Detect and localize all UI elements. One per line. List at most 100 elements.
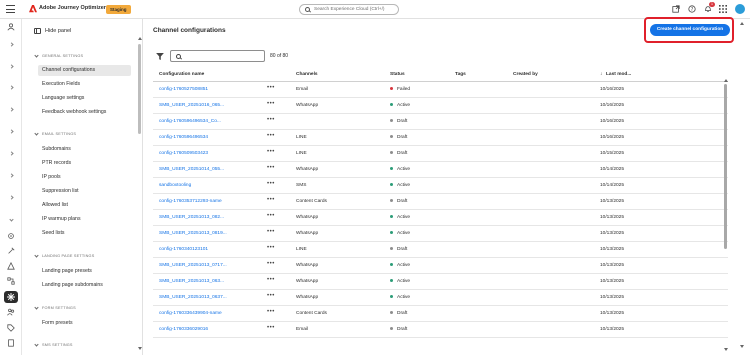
table-scrollbar-thumb[interactable] (724, 84, 727, 249)
configuration-name-link[interactable]: SMB_USER_20251016_065... (159, 103, 224, 108)
alert-icon[interactable] (7, 262, 15, 270)
app-name[interactable]: Adobe Journey Optimizer (39, 5, 106, 11)
panel-scrollbar[interactable] (138, 37, 142, 350)
create-channel-configuration-button[interactable]: Create channel configuration (650, 24, 730, 36)
table-search-input[interactable] (170, 50, 265, 62)
table-row[interactable]: SMB_USER_20251013_082... ••• WhatsApp Activ… (153, 210, 728, 226)
configuration-name-link[interactable]: config-1760596496534_Co... (159, 119, 221, 124)
scroll-down-arrow-icon[interactable] (138, 347, 142, 350)
global-search-input[interactable]: Search Experience Cloud (Ctrl+/) (299, 4, 399, 15)
more-actions-icon[interactable]: ••• (267, 197, 275, 203)
scroll-up-arrow-icon[interactable] (724, 79, 728, 82)
column-header-created-by[interactable]: Created by (513, 72, 538, 77)
more-actions-icon[interactable]: ••• (267, 309, 275, 315)
channels-icon[interactable] (4, 291, 18, 303)
person-icon[interactable] (7, 23, 15, 31)
nav-item-channel-configurations[interactable]: Channel configurations (38, 65, 131, 76)
hide-panel-button[interactable]: Hide panel (34, 28, 71, 34)
flow-icon[interactable] (7, 277, 15, 285)
table-row[interactable]: config-1760353712293-name ••• Content Card… (153, 194, 728, 210)
chevron-right-icon[interactable] (7, 149, 15, 157)
configuration-name-link[interactable]: SMB_USER_20251013_0637... (159, 295, 227, 300)
more-actions-icon[interactable]: ••• (267, 181, 275, 187)
column-header-tags[interactable]: Tags (455, 72, 466, 77)
configuration-name-link[interactable]: SMB_USER_20251013_082... (159, 215, 224, 220)
column-header-channels[interactable]: Channels (296, 72, 318, 77)
scroll-up-arrow-icon[interactable] (138, 37, 142, 40)
configuration-name-link[interactable]: config-1760336439904-name (159, 311, 222, 316)
nav-item-ip-warmup-plans[interactable]: IP warmup plans (38, 214, 131, 225)
help-icon[interactable]: ? (688, 5, 696, 13)
table-row[interactable]: config-1760336439904-name ••• Content Card… (153, 306, 728, 322)
nav-item-suppression-list[interactable]: Suppression list (38, 186, 131, 197)
more-actions-icon[interactable]: ••• (267, 149, 275, 155)
chevron-right-icon[interactable] (7, 62, 15, 70)
table-row[interactable]: SMB_USER_20251013_063... ••• WhatsApp Activ… (153, 274, 728, 290)
configuration-name-link[interactable]: sandboxtooling (159, 183, 191, 188)
table-row[interactable]: config-1760340123101 ••• LINE Draft 10/13/20… (153, 242, 728, 258)
sort-down-arrow-icon[interactable]: ↓ (600, 72, 602, 77)
more-actions-icon[interactable]: ••• (267, 325, 275, 331)
configuration-name-link[interactable]: config-1760336029016 (159, 327, 208, 332)
filter-icon[interactable] (156, 53, 164, 60)
chevron-right-icon[interactable] (7, 40, 15, 48)
chevron-right-icon[interactable] (7, 193, 15, 201)
user-avatar[interactable] (735, 4, 745, 14)
section-form-settings[interactable]: FORM SETTINGS (34, 304, 76, 310)
nav-item-landing-page-presets[interactable]: Landing page presets (38, 266, 131, 277)
configuration-name-link[interactable]: config-1760340123101 (159, 247, 208, 252)
nav-item-seed-lists[interactable]: Seed lists (38, 228, 131, 239)
nav-item-subdomains[interactable]: Subdomains (38, 144, 131, 155)
table-row[interactable]: SMB_USER_20251014_055... ••• WhatsApp Activ… (153, 162, 728, 178)
nav-item-allowed-list[interactable]: Allowed list (38, 200, 131, 211)
panel-scrollbar-thumb[interactable] (138, 44, 141, 134)
tools-icon[interactable] (7, 247, 15, 255)
nav-item-form-presets[interactable]: Form presets (38, 318, 131, 329)
configuration-name-link[interactable]: config-1760509503423 (159, 151, 208, 156)
section-landing-page-settings[interactable]: LANDING PAGE SETTINGS (34, 252, 94, 258)
more-actions-icon[interactable]: ••• (267, 261, 275, 267)
configuration-name-link[interactable]: SMB_USER_20251013_063... (159, 279, 224, 284)
table-row[interactable]: config-1760527508851 ••• Email Failed 10/16/… (153, 82, 728, 98)
table-scrollbar[interactable] (724, 79, 728, 351)
more-actions-icon[interactable]: ••• (267, 117, 275, 123)
chevron-right-icon[interactable] (7, 83, 15, 91)
scroll-down-arrow-icon[interactable] (724, 348, 728, 351)
section-email-settings[interactable]: EMAIL SETTINGS (34, 130, 76, 136)
table-row[interactable]: SMB_USER_20251013_0819... ••• WhatsApp Acti… (153, 226, 728, 242)
nav-item-execution-fields[interactable]: Execution Fields (38, 79, 131, 90)
more-actions-icon[interactable]: ••• (267, 277, 275, 283)
open-external-icon[interactable] (672, 5, 680, 13)
table-row[interactable]: sandboxtooling ••• SMS Active 10/14/2025 (153, 178, 728, 194)
table-row[interactable]: SMB_USER_20251013_0637... ••• WhatsApp Acti… (153, 290, 728, 306)
people-icon[interactable] (7, 308, 15, 316)
configuration-name-link[interactable]: SMB_USER_20251013_0717... (159, 263, 227, 268)
document-icon[interactable] (7, 339, 15, 347)
table-row[interactable]: config-1760596496534 ••• LINE Draft 10/16/20… (153, 130, 728, 146)
gear-icon[interactable] (7, 232, 15, 240)
nav-item-feedback-webhook-settings[interactable]: Feedback webhook settings (38, 107, 131, 118)
table-row[interactable]: SMB_USER_20251013_0717... ••• WhatsApp Acti… (153, 258, 728, 274)
configuration-name-link[interactable]: config-1760596496534 (159, 135, 208, 140)
table-row[interactable]: config-1760509503423 ••• LINE Draft 10/15/20… (153, 146, 728, 162)
section-sms-settings[interactable]: SMS SETTINGS (34, 341, 73, 347)
chevron-right-icon[interactable] (7, 127, 15, 135)
configuration-name-link[interactable]: config-1760527508851 (159, 87, 208, 92)
tag-icon[interactable] (7, 324, 15, 332)
configuration-name-link[interactable]: config-1760353712293-name (159, 199, 222, 204)
more-actions-icon[interactable]: ••• (267, 293, 275, 299)
more-actions-icon[interactable]: ••• (267, 213, 275, 219)
nav-item-ip-pools[interactable]: IP pools (38, 172, 131, 183)
section-general-settings[interactable]: GENERAL SETTINGS (34, 52, 83, 58)
nav-item-language-settings[interactable]: Language settings (38, 93, 131, 104)
column-header-status[interactable]: Status (390, 72, 405, 77)
table-row[interactable]: config-1760336029016 ••• Email Draft 10/13/2… (153, 322, 728, 338)
chevron-right-icon[interactable] (7, 105, 15, 113)
chevron-down-icon[interactable] (7, 215, 15, 223)
table-row[interactable]: SMB_USER_20251016_065... ••• WhatsApp Activ… (153, 98, 728, 114)
table-row[interactable]: config-1760596496534_Co... ••• Draft 10/16/… (153, 114, 728, 130)
configuration-name-link[interactable]: SMB_USER_20251013_0819... (159, 231, 227, 236)
column-header-name[interactable]: Configuration name (159, 72, 204, 77)
more-actions-icon[interactable]: ••• (267, 101, 275, 107)
page-scroll-down-arrow-icon[interactable] (740, 345, 744, 348)
